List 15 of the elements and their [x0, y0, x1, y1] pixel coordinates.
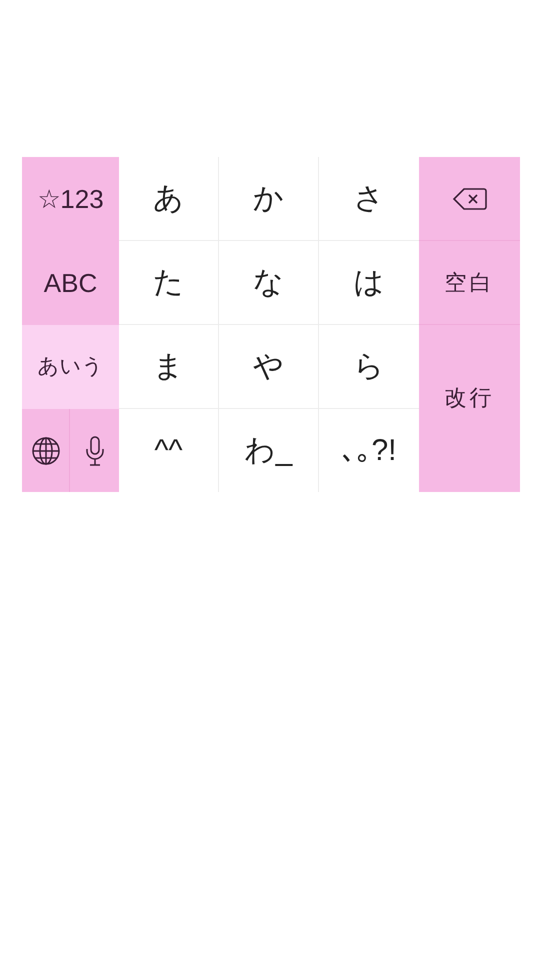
mode-key[interactable]: あいう — [22, 325, 119, 409]
mode-key[interactable]: ☆123 — [22, 157, 119, 241]
kana-key[interactable]: た — [119, 241, 219, 325]
kana-key[interactable]: あ — [119, 157, 219, 241]
space-key[interactable]: 空白 — [419, 241, 520, 325]
globe-icon — [30, 436, 60, 466]
kana-key[interactable]: や — [219, 325, 319, 409]
delete-icon — [452, 186, 488, 210]
return-key[interactable]: 改行 — [419, 325, 520, 492]
kana-key[interactable]: な — [219, 241, 319, 325]
kana-key[interactable]: か — [219, 157, 319, 241]
kana-key[interactable]: ま — [119, 325, 219, 409]
microphone-icon — [84, 434, 104, 466]
delete-key[interactable] — [419, 157, 520, 241]
mode-key[interactable]: ABC — [22, 241, 119, 325]
